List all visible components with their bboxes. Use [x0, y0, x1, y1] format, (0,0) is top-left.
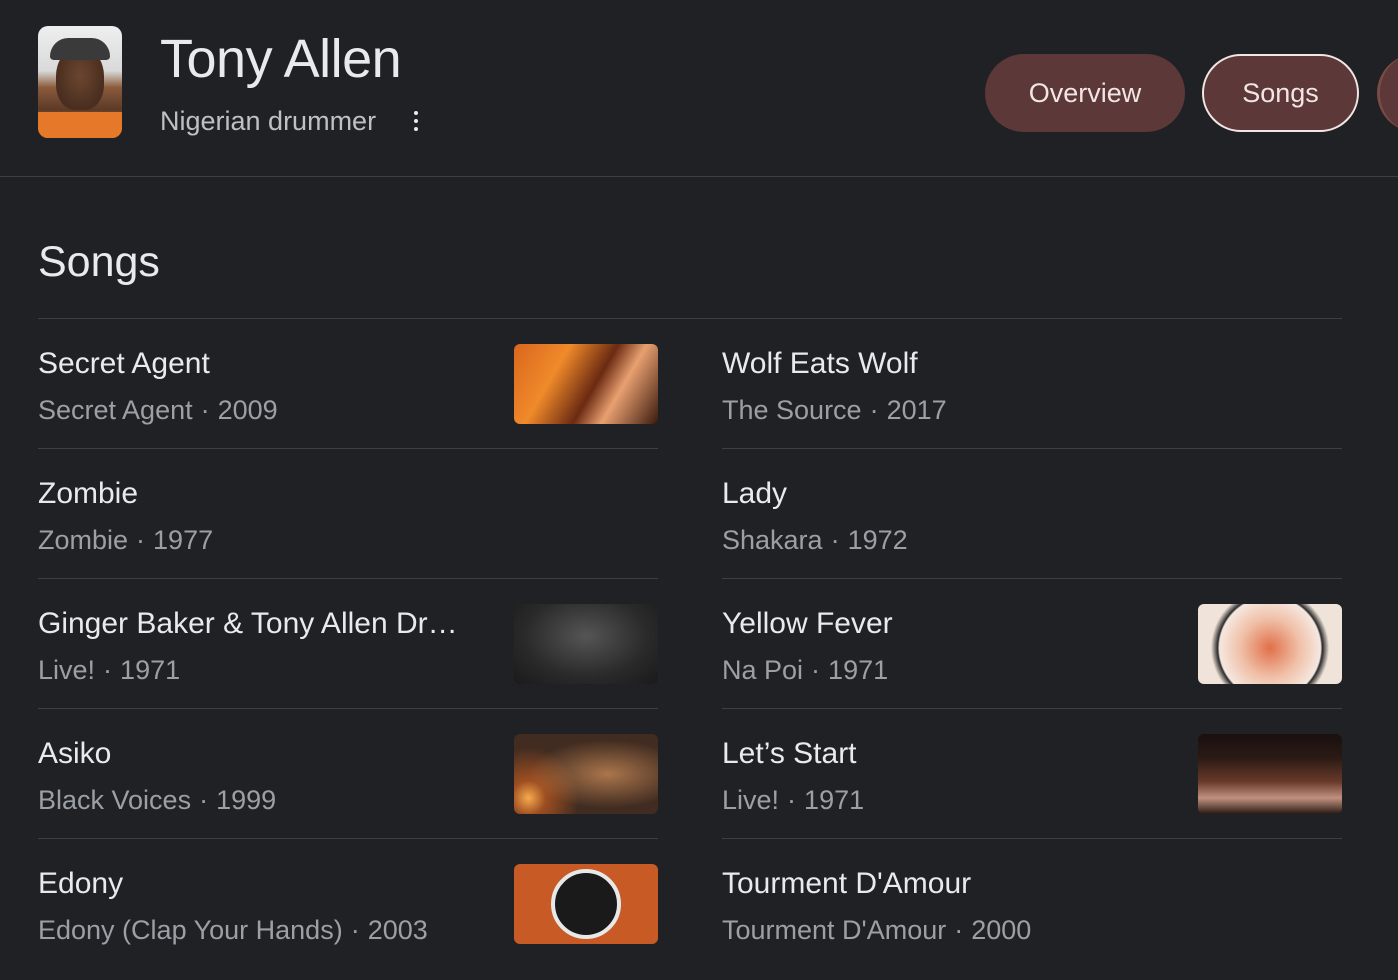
meta-separator: · — [787, 785, 797, 815]
tab-songs[interactable]: Songs — [1202, 54, 1359, 132]
entity-header: Tony Allen Nigerian drummer Overview Son… — [0, 0, 1398, 177]
artist-avatar[interactable] — [38, 26, 122, 138]
songs-column-left: Secret Agent Secret Agent · 2009 Zombie Zo… — [38, 319, 658, 968]
song-year: 1971 — [828, 655, 889, 685]
song-title: Yellow Fever — [722, 607, 893, 640]
avatar-shirt — [38, 112, 122, 138]
song-year: 2009 — [217, 395, 278, 425]
song-title: Lady — [722, 477, 788, 510]
tab-overview[interactable]: Overview — [985, 54, 1185, 132]
song-title: Asiko — [38, 737, 112, 770]
meta-separator: · — [200, 395, 210, 425]
song-thumbnail[interactable] — [514, 344, 658, 424]
song-album: Live! — [722, 785, 780, 815]
meta-separator: · — [350, 915, 360, 945]
song-meta: Live! · 1971 — [722, 783, 864, 817]
song-thumbnail[interactable] — [1198, 604, 1342, 684]
song-year: 1971 — [804, 785, 865, 815]
song-thumbnail[interactable] — [514, 864, 658, 944]
song-meta: Edony (Clap Your Hands) · 2003 — [38, 913, 428, 947]
song-album: Na Poi — [722, 655, 804, 685]
artist-description: Nigerian drummer — [160, 106, 377, 136]
song-row[interactable]: Edony Edony (Clap Your Hands) · 2003 — [38, 839, 658, 968]
song-row[interactable]: Yellow Fever Na Poi · 1971 — [722, 579, 1342, 709]
song-album: Edony (Clap Your Hands) — [38, 915, 343, 945]
tab-next-partial[interactable] — [1377, 54, 1398, 132]
song-thumbnail[interactable] — [514, 604, 658, 684]
song-row[interactable]: Tourment D'Amour Tourment D'Amour · 2000 — [722, 839, 1342, 968]
song-year: 2017 — [886, 395, 947, 425]
section-title: Songs — [38, 238, 160, 286]
song-year: 1999 — [216, 785, 277, 815]
song-title: Wolf Eats Wolf — [722, 347, 918, 380]
artist-name: Tony Allen — [160, 29, 402, 89]
song-title: Secret Agent — [38, 347, 210, 380]
page: Tony Allen Nigerian drummer Overview Son… — [0, 0, 1398, 980]
more-options-icon[interactable] — [406, 106, 426, 136]
song-year: 2003 — [367, 915, 428, 945]
song-album: Live! — [38, 655, 96, 685]
song-title: Edony — [38, 867, 124, 900]
song-title: Ginger Baker & Tony Allen Dr… — [38, 607, 458, 640]
song-year: 1977 — [153, 525, 214, 555]
songs-column-right: Wolf Eats Wolf The Source · 2017 Lady Shak… — [722, 319, 1342, 968]
meta-separator: · — [869, 395, 879, 425]
song-title: Zombie — [38, 477, 139, 510]
avatar-cap — [50, 38, 110, 60]
song-row[interactable]: Ginger Baker & Tony Allen Dr… Live! · 1971 — [38, 579, 658, 709]
song-year: 1972 — [847, 525, 908, 555]
song-row[interactable]: Secret Agent Secret Agent · 2009 — [38, 319, 658, 449]
song-album: Shakara — [722, 525, 823, 555]
meta-separator: · — [811, 655, 821, 685]
vinyl-disc-icon — [551, 869, 621, 939]
song-row[interactable]: Wolf Eats Wolf The Source · 2017 — [722, 319, 1342, 449]
song-row[interactable]: Let’s Start Live! · 1971 — [722, 709, 1342, 839]
song-meta: Shakara · 1972 — [722, 523, 908, 557]
song-album: Black Voices — [38, 785, 192, 815]
meta-separator: · — [136, 525, 146, 555]
song-title: Tourment D'Amour — [722, 867, 972, 900]
song-row[interactable]: Lady Shakara · 1972 — [722, 449, 1342, 579]
song-row[interactable]: Asiko Black Voices · 1999 — [38, 709, 658, 839]
song-album: Secret Agent — [38, 395, 193, 425]
song-album: Zombie — [38, 525, 129, 555]
song-title: Let’s Start — [722, 737, 857, 770]
song-meta: Na Poi · 1971 — [722, 653, 888, 687]
song-row[interactable]: Zombie Zombie · 1977 — [38, 449, 658, 579]
song-thumbnail[interactable] — [1198, 734, 1342, 814]
meta-separator: · — [103, 655, 113, 685]
song-year: 2000 — [971, 915, 1032, 945]
song-meta: Live! · 1971 — [38, 653, 180, 687]
song-meta: The Source · 2017 — [722, 393, 947, 427]
song-meta: Black Voices · 1999 — [38, 783, 276, 817]
song-album: The Source — [722, 395, 862, 425]
song-meta: Secret Agent · 2009 — [38, 393, 278, 427]
song-thumbnail[interactable] — [514, 734, 658, 814]
song-meta: Tourment D'Amour · 2000 — [722, 913, 1031, 947]
song-album: Tourment D'Amour — [722, 915, 947, 945]
meta-separator: · — [954, 915, 964, 945]
meta-separator: · — [199, 785, 209, 815]
song-year: 1971 — [120, 655, 181, 685]
song-meta: Zombie · 1977 — [38, 523, 213, 557]
meta-separator: · — [830, 525, 840, 555]
